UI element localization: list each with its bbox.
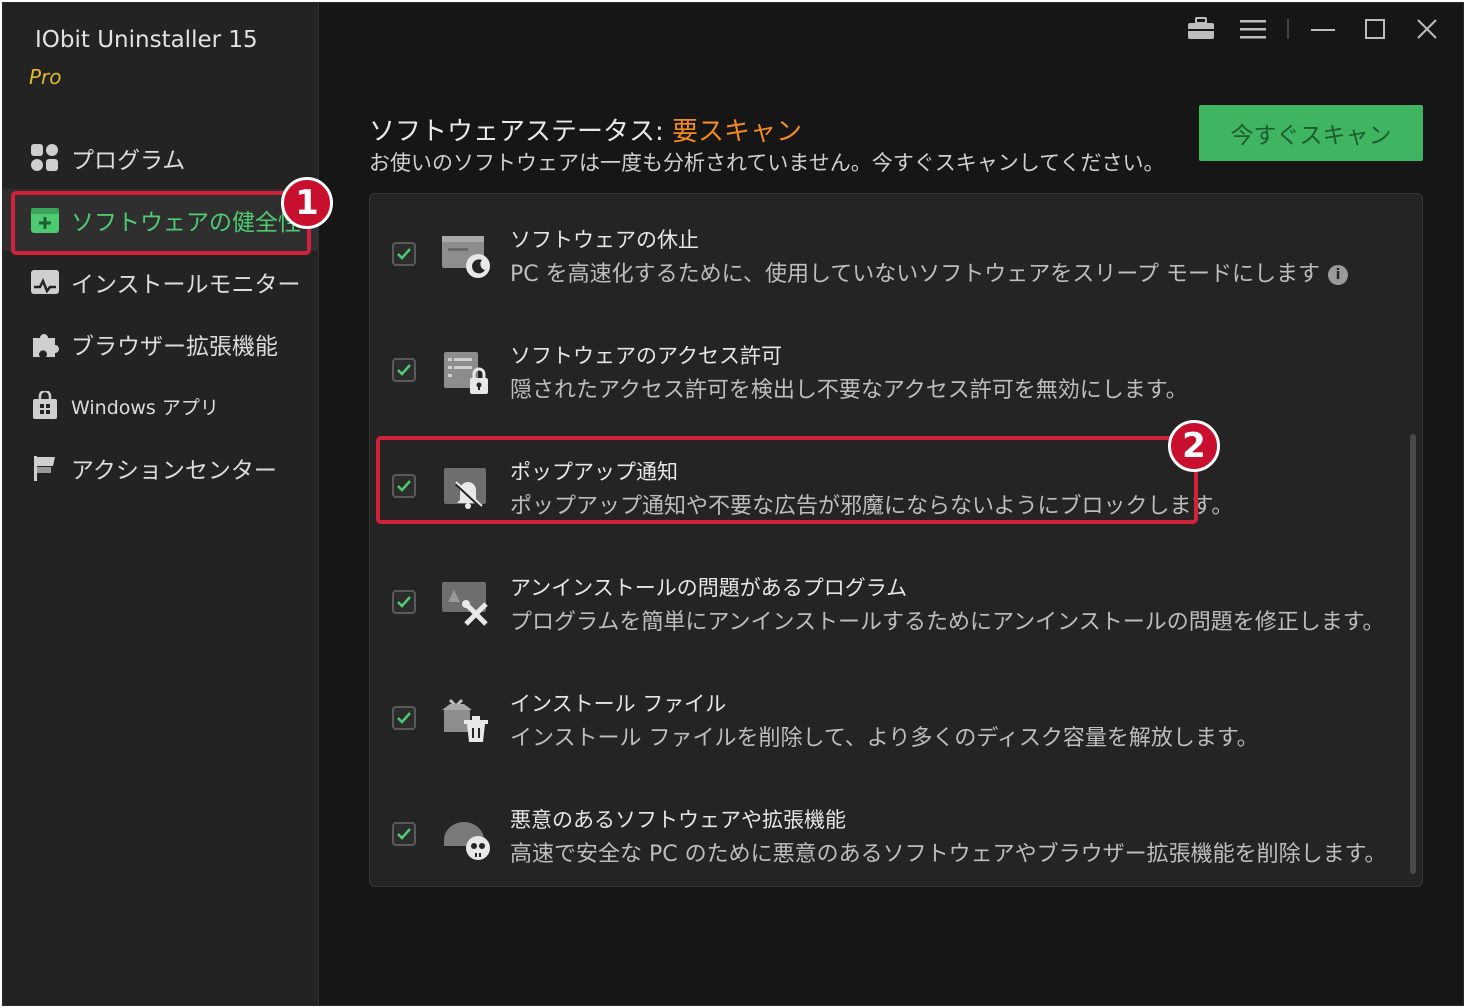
status-value: 要スキャン (672, 117, 803, 147)
annotation-badge-1: 1 (281, 177, 333, 229)
software-health-icon (29, 204, 61, 236)
item-title: 悪意のあるソフトウェアや拡張機能 (510, 808, 846, 832)
item-checkbox[interactable] (392, 474, 416, 498)
list-item: 悪意のあるソフトウェアや拡張機能 高速で安全な PC のために悪意のあるソフトウ… (370, 780, 1410, 880)
minimize-icon[interactable] (1297, 13, 1349, 45)
puzzle-icon (29, 328, 61, 360)
list-item: ソフトウェアの休止 PC を高速化するために、使用していないソフトウェアをスリー… (370, 200, 1410, 300)
window-controls (1175, 13, 1453, 45)
item-description: プログラムを簡単にアンインストールするためにアンインストールの問題を修正します。 (510, 610, 1385, 635)
scan-now-button[interactable]: 今すぐスキャン (1199, 105, 1423, 161)
sidebar-item-label: ブラウザー拡張機能 (71, 334, 278, 360)
list-item: インストール ファイル インストール ファイルを削除して、より多くのディスク容量… (370, 664, 1410, 764)
sidebar-item-windows-apps[interactable]: Windows アプリ (3, 375, 319, 437)
menu-icon[interactable] (1227, 13, 1279, 45)
item-description: 隠されたアクセス許可を検出し不要なアクセス許可を無効にします。 (510, 378, 1188, 403)
software-status: ソフトウェアステータス: 要スキャン (369, 111, 802, 148)
status-label: ソフトウェアステータス: (369, 117, 673, 147)
status-description: お使いのソフトウェアは一度も分析されていません。今すぐスキャンしてください。 (369, 151, 1165, 175)
sidebar-item-install-monitor[interactable]: インストールモニター (3, 251, 319, 313)
item-checkbox[interactable] (392, 358, 416, 382)
sidebar-item-label: ソフトウェアの健全性 (71, 210, 301, 236)
item-description: PC を高速化するために、使用していないソフトウェアをスリープ モードにします i (510, 256, 1348, 288)
flag-icon (29, 452, 61, 484)
list-item: アンインストールの問題があるプログラム プログラムを簡単にアンインストールするた… (370, 548, 1410, 648)
bell-off-icon (440, 462, 492, 514)
panel-scrollbar[interactable] (1410, 434, 1416, 874)
sidebar: IObit Uninstaller 15 Pro プログラム ソフトウェアの健全… (3, 3, 333, 1005)
app-title: IObit Uninstaller 15 (35, 27, 258, 53)
item-title: ソフトウェアのアクセス許可 (510, 344, 782, 368)
windows-store-icon (29, 390, 61, 422)
apps-grid-icon (29, 142, 61, 174)
item-checkbox[interactable] (392, 822, 416, 846)
sidebar-item-label: プログラム (71, 148, 186, 174)
app-edition: Pro (29, 65, 62, 89)
sidebar-nav: プログラム ソフトウェアの健全性 インストールモニター ブラウザー拡張機能 Wi… (3, 127, 319, 499)
item-title: ポップアップ通知 (510, 460, 678, 484)
sidebar-item-label: インストールモニター (71, 272, 301, 298)
item-checkbox[interactable] (392, 590, 416, 614)
repair-tools-icon (440, 578, 492, 630)
info-icon[interactable]: i (1327, 265, 1348, 285)
app-window: IObit Uninstaller 15 Pro プログラム ソフトウェアの健全… (2, 2, 1464, 1006)
list-item: ポップアップ通知 ポップアップ通知や不要な広告が邪魔にならないようにブロックしま… (370, 432, 1410, 532)
install-monitor-icon (29, 266, 61, 298)
sidebar-item-label: アクションセンター (71, 458, 277, 484)
item-description: ポップアップ通知や不要な広告が邪魔にならないようにブロックします。 (510, 494, 1234, 519)
item-checkbox[interactable] (392, 242, 416, 266)
sidebar-item-programs[interactable]: プログラム (3, 127, 319, 189)
controls-divider (1287, 19, 1289, 39)
item-title: ソフトウェアの休止 (510, 228, 699, 252)
item-description-text: PC を高速化するために、使用していないソフトウェアをスリープ モードにします (510, 262, 1320, 287)
sidebar-item-action-center[interactable]: アクションセンター (3, 437, 319, 499)
annotation-badge-2: 2 (1168, 420, 1220, 472)
item-title: アンインストールの問題があるプログラム (510, 576, 908, 600)
item-title: インストール ファイル (510, 692, 727, 716)
installer-trash-icon (440, 694, 492, 746)
item-description: インストール ファイルを削除して、より多くのディスク容量を解放します。 (510, 726, 1259, 751)
malware-skull-icon (440, 810, 492, 862)
item-description: 高速で安全な PC のために悪意のあるソフトウェアやブラウザー拡張機能を削除しま… (510, 842, 1387, 867)
maximize-icon[interactable] (1349, 13, 1401, 45)
close-icon[interactable] (1401, 13, 1453, 45)
item-checkbox[interactable] (392, 706, 416, 730)
list-item: ソフトウェアのアクセス許可 隠されたアクセス許可を検出し不要なアクセス許可を無効… (370, 316, 1410, 416)
sidebar-item-browser-extensions[interactable]: ブラウザー拡張機能 (3, 313, 319, 375)
toolbox-icon[interactable] (1175, 13, 1227, 45)
health-items-panel: ソフトウェアの休止 PC を高速化するために、使用していないソフトウェアをスリー… (369, 193, 1423, 887)
sidebar-item-label: Windows アプリ (71, 396, 219, 419)
permission-lock-icon (440, 346, 492, 398)
sleep-app-icon (440, 230, 492, 282)
sidebar-item-software-health[interactable]: ソフトウェアの健全性 (3, 189, 319, 251)
